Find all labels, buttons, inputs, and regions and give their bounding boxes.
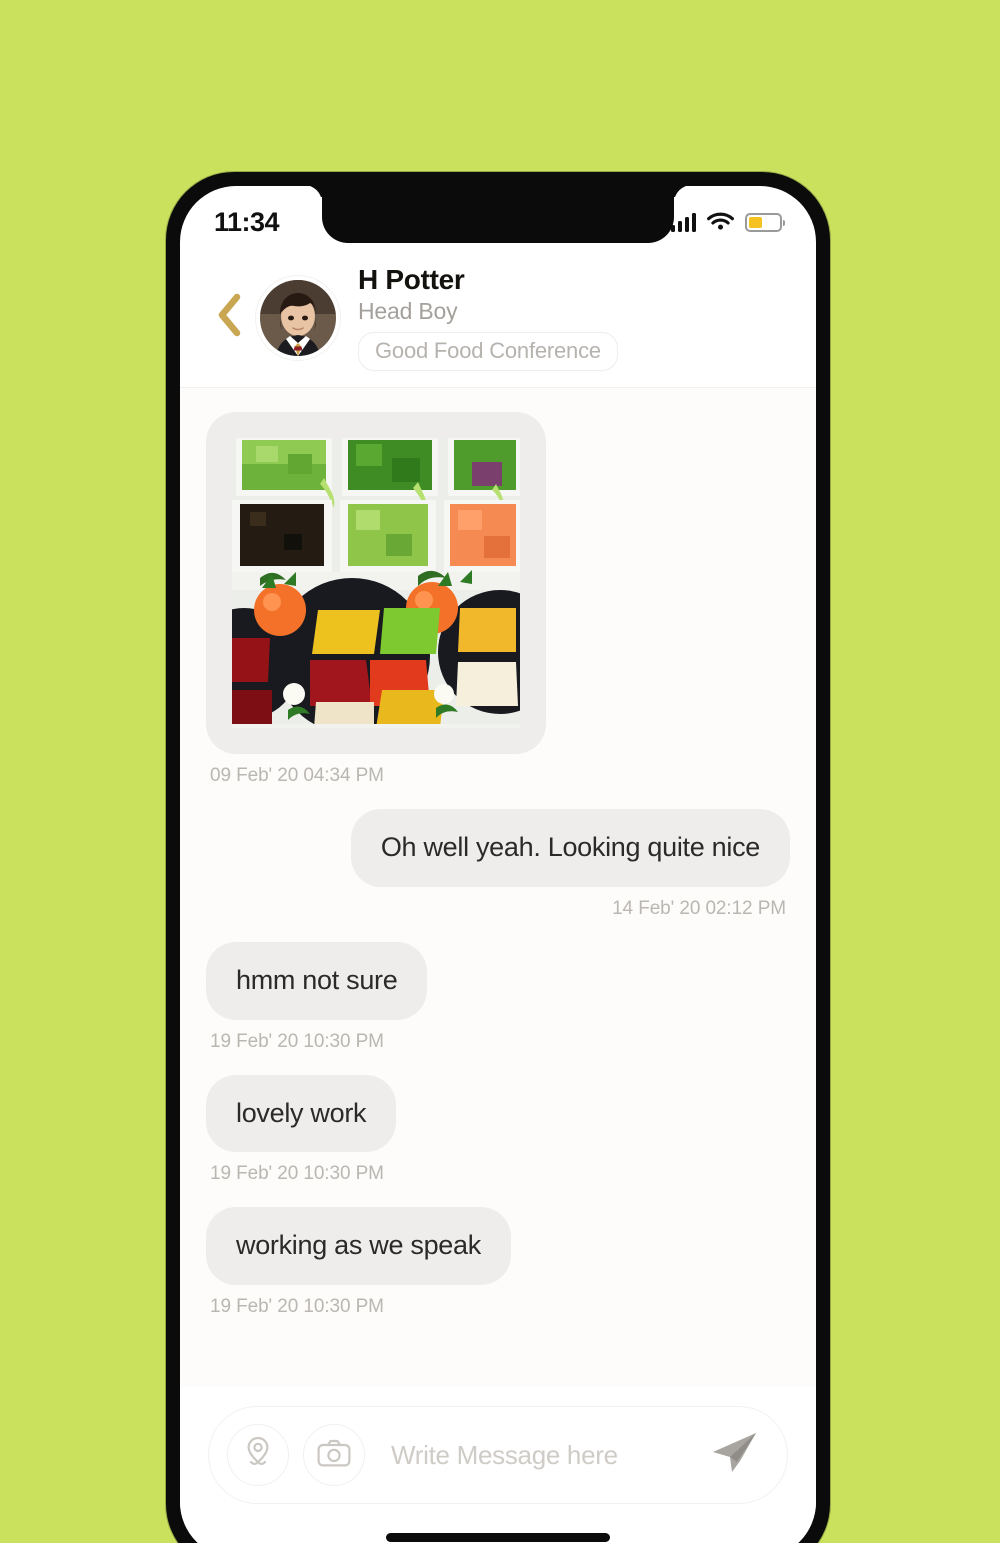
message-bubble[interactable]: Oh well yeah. Looking quite nice	[350, 809, 790, 887]
battery-icon	[745, 212, 785, 232]
battery-fill	[749, 216, 763, 228]
salad-bar-platter-photo	[232, 438, 520, 728]
message-timestamp: 19 Feb' 20 10:30 PM	[210, 1296, 384, 1317]
message-input[interactable]	[391, 1439, 693, 1471]
message-bubble[interactable]: working as we speak	[206, 1207, 511, 1285]
camera-button[interactable]	[303, 1424, 365, 1486]
image-message-bubble[interactable]	[206, 412, 546, 754]
conference-tag[interactable]: Good Food Conference	[358, 332, 618, 372]
notch	[322, 186, 674, 243]
message-item: lovely work 19 Feb' 20 10:30 PM	[206, 1074, 790, 1186]
message-bubble[interactable]: lovely work	[206, 1074, 397, 1153]
chat-message-list[interactable]: 09 Feb' 20 04:34 PM Oh well yeah. Lookin…	[180, 388, 816, 1386]
cellular-signal-icon	[670, 212, 696, 232]
avatar[interactable]	[260, 279, 336, 356]
chat-header: H Potter Head Boy Good Food Conference	[180, 248, 816, 388]
contact-name: H Potter	[358, 263, 465, 295]
home-indicator	[386, 1533, 610, 1542]
wifi-icon	[707, 210, 734, 235]
message-timestamp: 09 Feb' 20 04:34 PM	[210, 765, 384, 786]
phone-screen: 11:34 H Potter Head Boy Good Food Confer…	[180, 186, 816, 1543]
message-item: 09 Feb' 20 04:34 PM	[206, 412, 790, 787]
contact-subtitle: Head Boy	[358, 297, 458, 324]
message-item: working as we speak 19 Feb' 20 10:30 PM	[206, 1207, 790, 1318]
message-timestamp: 14 Feb' 20 02:12 PM	[612, 897, 786, 919]
message-timestamp: 19 Feb' 20 10:30 PM	[210, 1163, 384, 1185]
location-pin-icon	[243, 1436, 273, 1475]
status-icons	[670, 210, 785, 235]
location-button[interactable]	[227, 1424, 289, 1486]
message-item: Oh well yeah. Looking quite nice 14 Feb'…	[206, 809, 790, 920]
input-bar	[208, 1406, 788, 1504]
back-button[interactable]	[206, 289, 252, 347]
send-button[interactable]	[707, 1428, 761, 1482]
contact-info: H Potter Head Boy Good Food Conference	[358, 264, 618, 372]
message-item: hmm not sure 19 Feb' 20 10:30 PM	[206, 941, 790, 1053]
message-timestamp: 19 Feb' 20 10:30 PM	[210, 1030, 384, 1052]
camera-icon	[317, 1439, 351, 1472]
status-time: 11:34	[214, 206, 280, 237]
send-paper-plane-icon	[709, 1430, 759, 1481]
chevron-left-icon	[216, 293, 242, 342]
message-bubble[interactable]: hmm not sure	[206, 941, 428, 1020]
phone-frame: 11:34 H Potter Head Boy Good Food Confer…	[166, 172, 830, 1543]
message-composer	[180, 1386, 816, 1543]
